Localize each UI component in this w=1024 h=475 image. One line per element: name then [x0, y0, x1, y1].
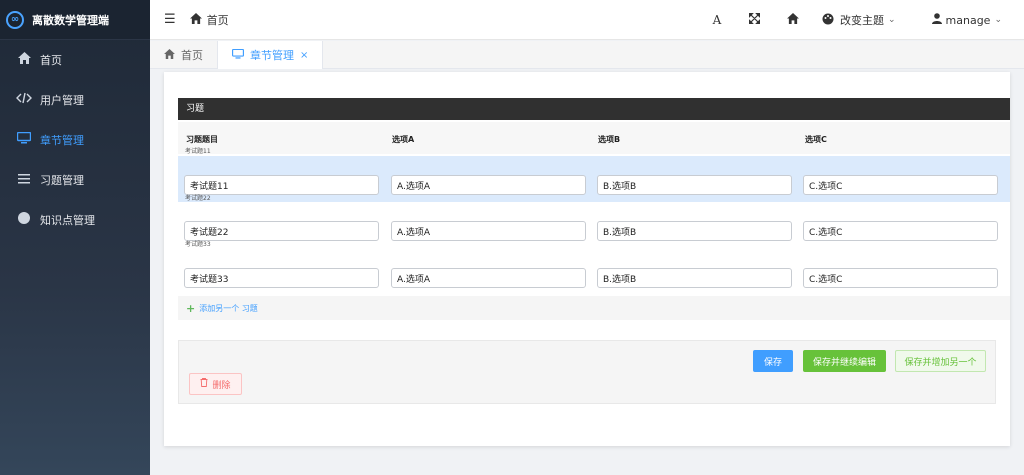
sidebar: ∞ 离散数学管理端 首页 用户管理 章节管理 习题管理 知识点管理 — [0, 0, 150, 475]
option-b-field[interactable] — [597, 175, 792, 195]
sidebar-item-chapters[interactable]: 章节管理 — [0, 120, 150, 160]
add-another-link[interactable]: + 添加另一个 习题 — [178, 296, 1010, 320]
sidebar-item-label: 用户管理 — [40, 94, 84, 107]
sidebar-item-label: 首页 — [40, 54, 62, 67]
breadcrumb[interactable]: 首页 — [189, 12, 229, 28]
header-actions: A 改变主题 ⌄ manage ⌄ — [698, 0, 1024, 40]
monitor-icon — [16, 131, 32, 148]
tab-label: 章节管理 — [250, 49, 294, 62]
inline-section-title: 习题 — [178, 98, 1010, 120]
delete-button[interactable]: 删除 — [189, 373, 242, 395]
question-field[interactable] — [184, 268, 379, 288]
question-field[interactable] — [184, 221, 379, 241]
option-b-field[interactable] — [597, 221, 792, 241]
app-title: 离散数学管理端 — [32, 13, 109, 27]
column-header-option-b: 选项B — [598, 135, 621, 144]
column-header-question: 习题题目 — [186, 135, 218, 144]
chevron-down-icon: ⌄ — [994, 15, 1002, 25]
app-logo[interactable]: ∞ 离散数学管理端 — [0, 0, 150, 40]
home-icon — [16, 52, 32, 68]
question-field[interactable] — [184, 175, 379, 195]
tab-bar: 首页 章节管理 × — [150, 41, 1024, 69]
circle-icon — [16, 212, 32, 228]
theme-label: 改变主题 — [839, 14, 884, 27]
user-icon — [931, 13, 942, 27]
option-a-field[interactable] — [391, 221, 586, 241]
user-name: manage — [945, 13, 991, 27]
fullscreen-icon[interactable] — [736, 12, 774, 27]
home-icon — [164, 48, 175, 62]
row-caption: 考试题33 — [185, 241, 211, 248]
main-card: 习题 习题题目 选项A 选项B 选项C 考试题11 考试题22 考试题33 + … — [164, 72, 1010, 446]
theme-selector[interactable]: 改变主题 ⌄ — [822, 12, 896, 28]
column-headers: 习题题目 选项A 选项B 选项C — [178, 122, 1010, 154]
top-header: ☰ 首页 A 改变主题 ⌄ manage ⌄ — [150, 0, 1024, 40]
monitor-icon — [232, 48, 244, 62]
sidebar-item-label: 章节管理 — [40, 134, 84, 147]
sidebar-item-exercises[interactable]: 习题管理 — [0, 160, 150, 200]
tab-home[interactable]: 首页 — [150, 41, 218, 69]
sidebar-item-label: 知识点管理 — [40, 214, 95, 227]
sidebar-item-users[interactable]: 用户管理 — [0, 80, 150, 120]
list-icon — [16, 173, 32, 188]
close-icon[interactable]: × — [300, 50, 308, 61]
code-icon — [16, 92, 32, 108]
menu-toggle-icon[interactable]: ☰ — [164, 12, 176, 27]
add-another-label: 添加另一个 习题 — [199, 303, 258, 313]
breadcrumb-label: 首页 — [206, 13, 229, 27]
sidebar-item-label: 习题管理 — [40, 174, 84, 187]
option-a-field[interactable] — [391, 175, 586, 195]
submit-row: 保存 保存并继续编辑 保存并增加另一个 删除 — [178, 340, 996, 404]
option-c-field[interactable] — [803, 268, 998, 288]
row-caption: 考试题11 — [185, 148, 211, 155]
delete-label: 删除 — [212, 380, 231, 391]
option-a-field[interactable] — [391, 268, 586, 288]
row-caption: 考试题22 — [185, 195, 211, 202]
home-icon[interactable] — [774, 13, 812, 27]
save-continue-button[interactable]: 保存并继续编辑 — [803, 350, 886, 372]
save-add-another-button[interactable]: 保存并增加另一个 — [895, 350, 986, 372]
column-header-option-c: 选项C — [805, 135, 827, 144]
infinity-logo-icon: ∞ — [6, 10, 24, 29]
tab-label: 首页 — [181, 49, 203, 62]
tab-chapters[interactable]: 章节管理 × — [218, 41, 324, 69]
option-c-field[interactable] — [803, 221, 998, 241]
trash-icon — [200, 378, 208, 390]
sidebar-item-knowledge[interactable]: 知识点管理 — [0, 200, 150, 240]
column-header-option-a: 选项A — [392, 135, 415, 144]
option-c-field[interactable] — [803, 175, 998, 195]
home-icon — [189, 12, 202, 27]
sidebar-item-home[interactable]: 首页 — [0, 40, 150, 80]
palette-icon — [822, 13, 834, 28]
chevron-down-icon: ⌄ — [887, 15, 896, 25]
font-size-icon[interactable]: A — [698, 13, 736, 27]
save-button[interactable]: 保存 — [753, 350, 793, 372]
option-b-field[interactable] — [597, 268, 792, 288]
user-menu[interactable]: manage ⌄ — [931, 13, 1002, 27]
plus-icon: + — [186, 301, 196, 315]
